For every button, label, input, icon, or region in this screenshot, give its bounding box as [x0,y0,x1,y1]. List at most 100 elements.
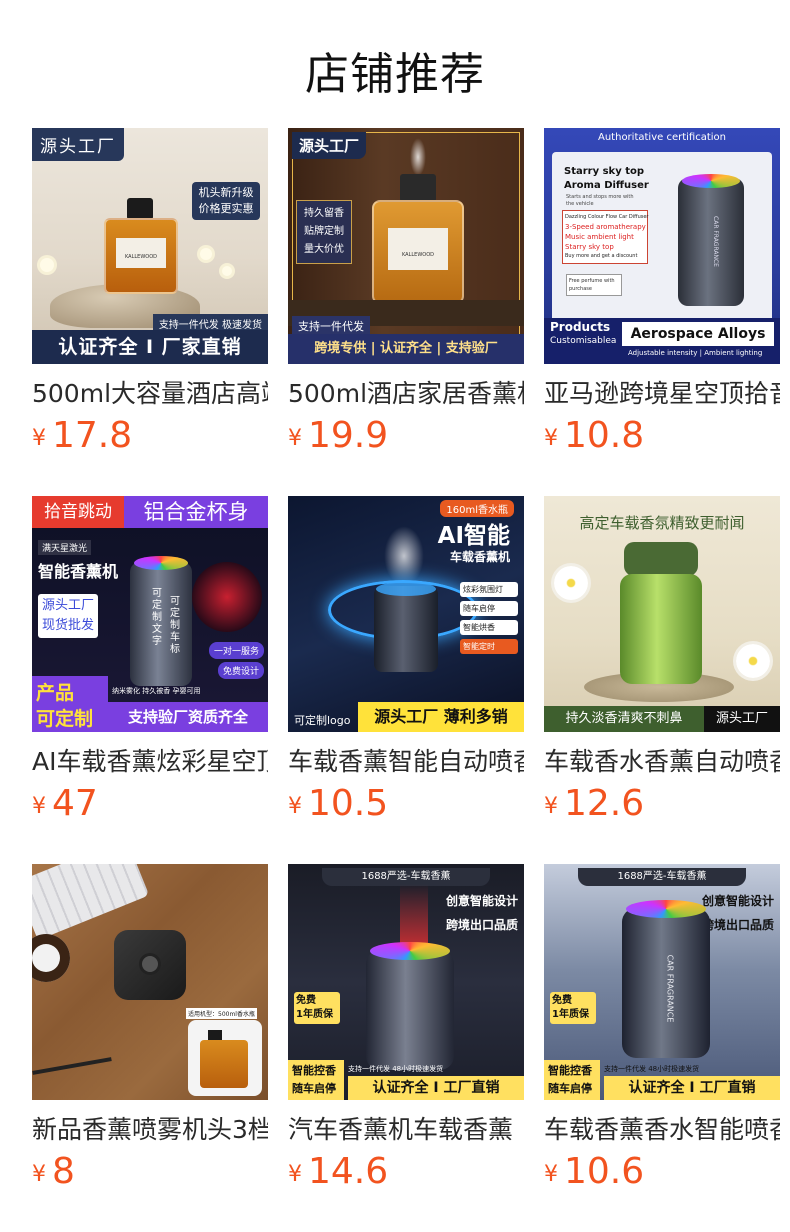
product-name[interactable]: 车载香水香薰自动喷香仪 [544,746,780,778]
product-card[interactable]: 适用机型：500ml香水瓶 新品香薰喷雾机头3档 ¥8 [32,864,268,1198]
price-value: 8 [52,1151,75,1192]
currency-symbol: ¥ [544,794,558,819]
bottom-small: 纳米雾化 持久被香 孕婴可用 [112,687,201,695]
promo-strip: 支持一件代发 48小时极速发货 [604,1065,700,1073]
feature-line: 跨境出口品质 [701,918,774,932]
badge-line: 价格更实惠 [198,202,254,215]
product-image[interactable]: 源头工厂 机头新升级 价格更实惠 KALLEWOOD 支持一件代发 极速发货 认… [32,128,268,364]
product-price: ¥10.5 [288,784,524,830]
feature-line: Music ambient light [565,233,634,241]
product-price: ¥12.6 [544,784,780,830]
promo-banner: 认证齐全 I 工厂直销 [348,1076,524,1100]
promo-strip: 支持一件代发 48小时极速发货 [348,1065,444,1073]
product-card[interactable]: 源头工厂 机头新升级 价格更实惠 KALLEWOOD 支持一件代发 极速发货 认… [32,128,268,462]
product-image[interactable]: 高定车载香氛精致更耐闻 持久淡香清爽不刺鼻 源头工厂 [544,496,780,732]
bottom-banner: 支持验厂资质齐全 [108,702,268,732]
tag-line: 现货批发 [42,618,95,633]
device-text-right: 可定制车标 [170,596,180,655]
product-image[interactable]: 160ml香水瓶 AI智能 车载香薰机 炫彩氛围灯 随车启停 智能烘香 智能定时… [288,496,524,732]
device-graphic [624,542,698,576]
warranty-line: 1年质保 [296,1009,333,1020]
product-image[interactable]: 拾音跳动 铝合金杯身 满天星激光 智能香薰机 源头工厂 现货批发 可定制文字 可… [32,496,268,732]
product-name[interactable]: 500ml大容量酒店高端香薰机 [32,378,268,410]
product-name[interactable]: 汽车香薰机车载香薰 [288,1114,524,1146]
product-image[interactable]: 1688严选-车载香薰 创意智能设计 跨境出口品质 CAR FRAGRANCE … [544,864,780,1100]
product-card[interactable]: 1688严选-车载香薰 创意智能设计 跨境出口品质 CAR FRAGRANCE … [544,864,780,1198]
side-line: 量大价优 [304,244,344,255]
device-graphic [366,950,454,1070]
top-caption: Authoritative certification [598,132,726,143]
currency-symbol: ¥ [544,1162,558,1187]
currency-symbol: ¥ [32,426,46,451]
currency-symbol: ¥ [544,426,558,451]
device-text: CAR FRAGRANCE [711,216,719,267]
bottom-banner: 源头工厂 薄利多销 [358,702,524,732]
promo-strip: 支持一件代发 [292,316,370,336]
feature-line: 创意智能设计 [701,894,774,908]
product-name[interactable]: 新品香薰喷雾机头3档 [32,1114,268,1146]
promo-banner: 认证齐全 I 厂家直销 [32,330,268,364]
product-card[interactable]: 源头工厂 持久留香 贴牌定制 量大价优 KALLEWOOD 支持一件代发 跨境专… [288,128,524,462]
corner-tag: 源头工厂 [32,128,124,161]
promo-banner: 认证齐全 I 工厂直销 [604,1076,780,1100]
top-caption: 1688严选-车载香薰 [578,868,746,886]
warranty-line: 免费 [552,995,572,1006]
product-card[interactable]: 拾音跳动 铝合金杯身 满天星激光 智能香薰机 源头工厂 现货批发 可定制文字 可… [32,496,268,830]
corner-tag: 源头工厂 [292,132,367,159]
side-line: 贴牌定制 [304,226,344,237]
product-card[interactable]: 160ml香水瓶 AI智能 车载香薰机 炫彩氛围灯 随车启停 智能烘香 智能定时… [288,496,524,830]
headline: AI智能 [437,523,510,549]
product-name[interactable]: 亚马逊跨境星空顶拾音车载香薰 [544,378,780,410]
bottle-graphic [127,198,153,220]
product-image[interactable]: Authoritative certification Starry sky t… [544,128,780,364]
bottom-small: 可定制logo [294,714,351,727]
feature-line: Dazzling Colour Flow Car Diffuser [565,214,649,220]
side-line: 持久留香 [304,208,344,219]
product-price: ¥17.8 [32,416,268,462]
left-bottom-line: 智能控香 [548,1064,592,1077]
currency-symbol: ¥ [288,1162,302,1187]
pill: 免费设计 [217,662,264,679]
device-text: CAR FRAGRANCE [665,954,675,1023]
page-title: 店铺推荐 [305,49,485,100]
product-name[interactable]: 车载香薰智能自动喷香机 [288,746,524,778]
price-value: 47 [52,783,98,824]
product-price: ¥19.9 [288,416,524,462]
feature-pill: 随车启停 [460,601,518,616]
product-price: ¥10.8 [544,416,780,462]
product-price: ¥14.6 [288,1152,524,1198]
top-caption: 高定车载香氛精致更耐闻 [579,514,745,532]
warranty-line: 1年质保 [552,1009,589,1020]
sub-caption: 满天星激光 [38,540,92,555]
keyboard-graphic [32,864,150,941]
product-card[interactable]: 高定车载香氛精致更耐闻 持久淡香清爽不刺鼻 源头工厂 车载香水香薰自动喷香仪 ¥… [544,496,780,830]
price-value: 10.6 [564,1151,645,1192]
price-value: 10.5 [308,783,389,824]
product-image[interactable]: 源头工厂 持久留香 贴牌定制 量大价优 KALLEWOOD 支持一件代发 跨境专… [288,128,524,364]
subtitle: Starts and stops more with the vehicle [566,194,634,207]
gift-note: Free perfume with purchase [566,274,622,296]
footer-caption: Adjustable intensity | Ambient lighting [628,349,763,357]
bottle-label: KALLEWOOD [388,228,448,270]
feature-pill: 智能定时 [460,639,518,654]
bottom-big: 可定制 [36,708,94,730]
left-bottom-line: 智能控香 [292,1064,336,1077]
bottom-left-line: Products [550,320,611,334]
product-name[interactable]: AI车载香薰炫彩星空顶香薰 [32,746,268,778]
bottom-left-banner: 持久淡香清爽不刺鼻 [544,706,704,732]
feature-pill: 智能烘香 [460,620,518,635]
product-price: ¥8 [32,1152,268,1198]
product-price: ¥47 [32,784,268,830]
device-text-left: 可定制文字 [152,588,162,647]
product-image[interactable]: 适用机型：500ml香水瓶 [32,864,268,1100]
product-image[interactable]: 1688严选-车载香薰 创意智能设计 跨境出口品质 免费 1年质保 智能控香 随… [288,864,524,1100]
currency-symbol: ¥ [288,794,302,819]
product-card[interactable]: Authoritative certification Starry sky t… [544,128,780,462]
product-name[interactable]: 500ml酒店家居香薰机 [288,378,524,410]
currency-symbol: ¥ [32,794,46,819]
product-name[interactable]: 车载香薰香水智能喷香机 [544,1114,780,1146]
title-line: Starry sky top [564,166,645,177]
bottom-big: 产品 [36,682,75,704]
left-bottom-line: 随车启停 [548,1082,592,1095]
product-card[interactable]: 1688严选-车载香薰 创意智能设计 跨境出口品质 免费 1年质保 智能控香 随… [288,864,524,1198]
